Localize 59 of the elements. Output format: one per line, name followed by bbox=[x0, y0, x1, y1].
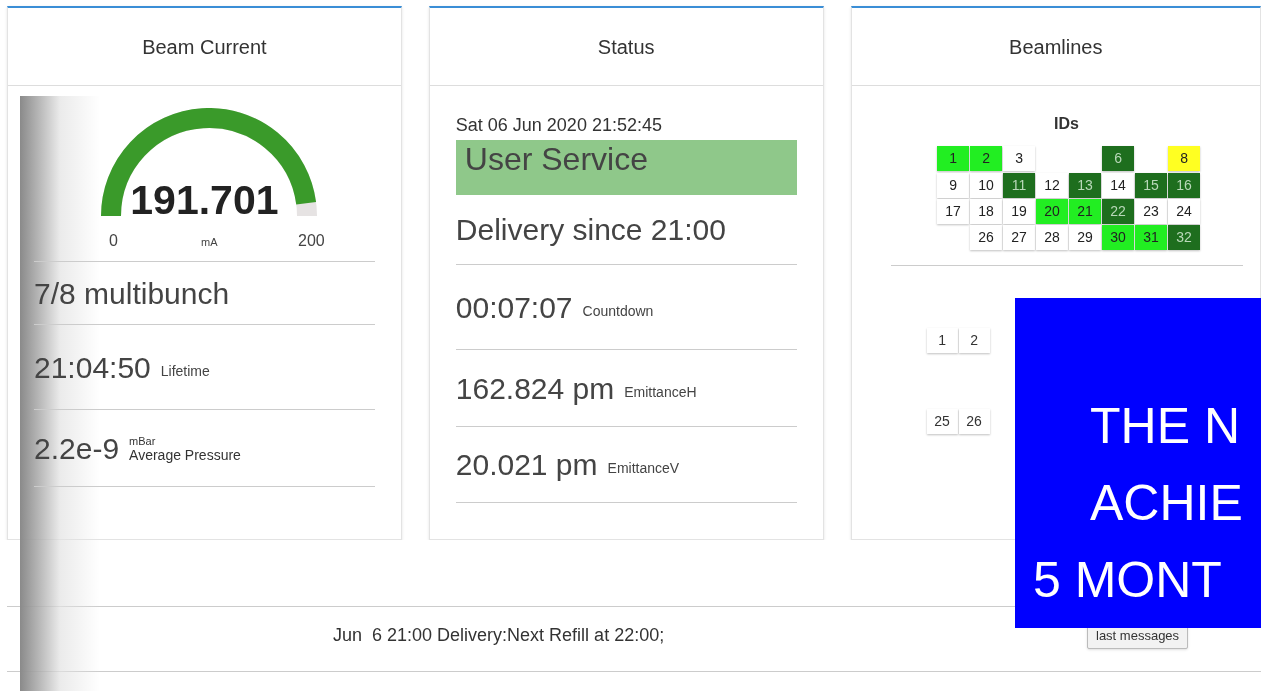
id-cell: 23 bbox=[1135, 199, 1168, 224]
status-message: Jun 6 21:00 Delivery:Next Refill at 22:00; bbox=[333, 624, 665, 647]
reading-value: 162.824 pm bbox=[455, 370, 615, 407]
bending-cell: 25 bbox=[926, 409, 958, 434]
id-cell: 11 bbox=[1003, 173, 1036, 198]
id-cell: 17 bbox=[937, 199, 970, 224]
bending-cell: 1 bbox=[926, 328, 958, 353]
bending-cell: 26 bbox=[958, 409, 990, 434]
id-cell: 15 bbox=[1135, 173, 1168, 198]
section-heading: IDs bbox=[1054, 114, 1079, 134]
gauge-value: 191.701 bbox=[130, 177, 279, 223]
id-cell: 12 bbox=[1036, 173, 1069, 198]
id-cell: 10 bbox=[970, 173, 1003, 198]
reading-value: 20.021 pm bbox=[455, 447, 598, 483]
banner-line: THE N bbox=[1089, 397, 1241, 456]
id-cell: 13 bbox=[1069, 173, 1102, 198]
id-cell: 1 bbox=[937, 146, 970, 171]
banner-line: ACHIE bbox=[1089, 474, 1244, 533]
gauge-unit: mA bbox=[201, 235, 218, 250]
card-title: Beam Current bbox=[142, 34, 267, 60]
id-cell: 30 bbox=[1102, 225, 1135, 250]
id-cell: 19 bbox=[1003, 199, 1036, 224]
reading-label: EmittanceV bbox=[607, 459, 680, 478]
id-cell: 18 bbox=[970, 199, 1003, 224]
date-time: Sat 06 Jun 2020 21:52:45 bbox=[455, 114, 663, 136]
gauge-max: 200 bbox=[298, 231, 325, 251]
id-cell: 29 bbox=[1069, 225, 1102, 250]
id-cell: 14 bbox=[1102, 173, 1135, 198]
reading-label: Average Pressure bbox=[129, 448, 241, 462]
id-cell: 31 bbox=[1135, 225, 1168, 250]
gauge-min: 0 bbox=[109, 231, 118, 251]
reading-value: 00:07:07 bbox=[455, 289, 573, 326]
id-cell: 22 bbox=[1102, 199, 1135, 224]
id-cell: 16 bbox=[1168, 173, 1201, 198]
reading-label: Countdown bbox=[582, 301, 654, 321]
card-title: Beamlines bbox=[1009, 34, 1103, 60]
reading-value: 2.2e-9 bbox=[34, 430, 120, 467]
id-cell: 21 bbox=[1069, 199, 1102, 224]
id-cell: 28 bbox=[1036, 225, 1069, 250]
reading-label: EmittanceH bbox=[624, 382, 697, 402]
bending-cell: 2 bbox=[958, 328, 990, 353]
banner-line: 5 MONT bbox=[1032, 551, 1223, 610]
id-cell: 2 bbox=[970, 146, 1003, 171]
reading-value: 7/8 multibunch bbox=[34, 275, 230, 312]
status-banner: User Service bbox=[455, 140, 797, 195]
id-cell: 3 bbox=[1003, 146, 1036, 171]
id-cell: 20 bbox=[1036, 199, 1069, 224]
id-cell: 8 bbox=[1168, 146, 1201, 171]
reading-value: 21:04:50 bbox=[34, 349, 151, 386]
id-cell: 26 bbox=[970, 225, 1003, 250]
id-cell: 6 bbox=[1102, 146, 1135, 171]
card-title: Status bbox=[597, 34, 655, 60]
id-cell: 32 bbox=[1168, 225, 1201, 250]
reading-label: Lifetime bbox=[160, 361, 210, 381]
id-cell: 9 bbox=[937, 173, 970, 198]
id-cell: 27 bbox=[1003, 225, 1036, 250]
id-cell: 24 bbox=[1168, 199, 1201, 224]
reading-unit: mBar bbox=[129, 434, 157, 448]
reading-value: Delivery since 21:00 bbox=[455, 212, 726, 248]
